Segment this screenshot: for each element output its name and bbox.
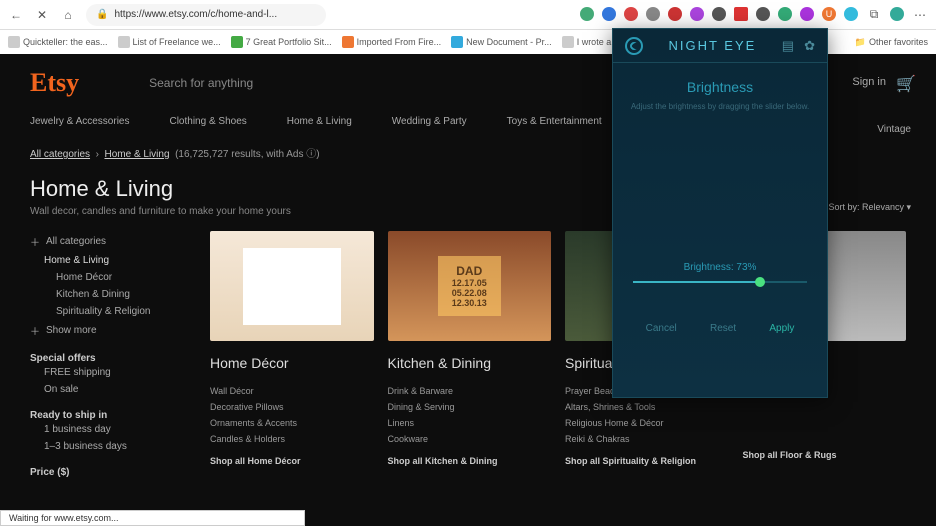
category-thumb[interactable] bbox=[210, 231, 374, 341]
category-link[interactable]: Dining & Serving bbox=[388, 399, 552, 415]
etsy-logo[interactable]: Etsy bbox=[30, 68, 79, 98]
slider-thumb[interactable] bbox=[755, 277, 765, 287]
brightness-slider[interactable] bbox=[633, 281, 807, 283]
shop-all-link[interactable]: Shop all Spirituality & Religion bbox=[565, 453, 729, 469]
reset-button[interactable]: Reset bbox=[710, 323, 736, 334]
brightness-slider-area: Brightness: 73% bbox=[629, 262, 811, 283]
back-icon[interactable]: ← bbox=[8, 7, 24, 23]
chat-icon[interactable]: ▤ bbox=[782, 38, 794, 54]
category-link[interactable]: Candles & Holders bbox=[210, 431, 374, 447]
filter-option[interactable]: FREE shipping bbox=[30, 364, 190, 381]
filter-sidebar: ＋ All categories Home & Living Home Déco… bbox=[30, 231, 190, 478]
cancel-button[interactable]: Cancel bbox=[646, 323, 677, 334]
nav-item[interactable]: Toys & Entertainment bbox=[507, 116, 602, 127]
category-link[interactable]: Decorative Pillows bbox=[210, 399, 374, 415]
night-eye-logo-icon[interactable] bbox=[625, 37, 643, 55]
other-favorites[interactable]: 📁Other favorites bbox=[855, 37, 928, 48]
signin-link[interactable]: Sign in bbox=[852, 76, 886, 88]
sidebar-subcat[interactable]: Spirituality & Religion bbox=[30, 303, 190, 320]
extension-icons: U ⧉ ⋯ bbox=[580, 7, 928, 23]
bookmark-item[interactable]: Quickteller: the eas... bbox=[8, 36, 108, 48]
category-link[interactable]: Ornaments & Accents bbox=[210, 415, 374, 431]
ext-icon[interactable] bbox=[690, 7, 704, 21]
nav-item[interactable]: Home & Living bbox=[287, 116, 352, 127]
night-eye-body: Brightness Adjust the brightness by drag… bbox=[613, 63, 827, 350]
menu-icon[interactable]: ⋯ bbox=[912, 7, 928, 23]
ext-icon[interactable] bbox=[778, 7, 792, 21]
bookmark-item[interactable]: Imported From Fire... bbox=[342, 36, 442, 48]
show-more[interactable]: ＋ Show more bbox=[30, 320, 190, 341]
filter-option[interactable]: On sale bbox=[30, 381, 190, 398]
filter-heading: Ready to ship in bbox=[30, 410, 190, 421]
ext-icon[interactable] bbox=[756, 7, 770, 21]
ext-icon[interactable] bbox=[580, 7, 594, 21]
shop-all-link[interactable]: Shop all Kitchen & Dining bbox=[388, 453, 552, 469]
filter-option[interactable]: 1 business day bbox=[30, 421, 190, 438]
browser-toolbar: ← ✕ ⌂ 🔒 https://www.etsy.com/c/home-and-… bbox=[0, 0, 936, 30]
category-link[interactable]: Drink & Barware bbox=[388, 383, 552, 399]
ext-icon[interactable] bbox=[668, 7, 682, 21]
shop-all-link[interactable]: Shop all Floor & Rugs bbox=[743, 447, 907, 463]
filter-heading: Price ($) bbox=[30, 467, 190, 478]
category-link[interactable]: Religious Home & Décor bbox=[565, 415, 729, 431]
ext-icon[interactable] bbox=[734, 7, 748, 21]
brightness-value: Brightness: 73% bbox=[629, 262, 811, 273]
breadcrumb-link[interactable]: Home & Living bbox=[104, 149, 169, 160]
ext-icon[interactable] bbox=[602, 7, 616, 21]
ext-icon[interactable] bbox=[800, 7, 814, 21]
brightness-heading: Brightness bbox=[629, 79, 811, 95]
bookmark-item[interactable]: New Document - Pr... bbox=[451, 36, 552, 48]
ext-icon[interactable] bbox=[712, 7, 726, 21]
night-eye-buttons: Cancel Reset Apply bbox=[629, 323, 811, 334]
night-eye-header: NIGHT EYE ▤ ✿ bbox=[613, 29, 827, 63]
cart-icon[interactable]: 🛒 bbox=[896, 74, 916, 94]
bookmark-item[interactable]: 7 Great Portfolio Sit... bbox=[231, 36, 332, 48]
home-icon[interactable]: ⌂ bbox=[60, 7, 76, 23]
status-bar: Waiting for www.etsy.com... bbox=[0, 510, 305, 526]
filter-heading: Special offers bbox=[30, 353, 190, 364]
brightness-subtext: Adjust the brightness by dragging the sl… bbox=[629, 101, 811, 112]
category-link[interactable]: Reiki & Chakras bbox=[565, 431, 729, 447]
nav-item[interactable]: Clothing & Shoes bbox=[169, 116, 246, 127]
expand-icon[interactable]: ＋ All categories bbox=[30, 231, 190, 252]
nav-vintage[interactable]: Vintage bbox=[877, 124, 911, 135]
sidebar-subcat[interactable]: Kitchen & Dining bbox=[30, 286, 190, 303]
shop-all-link[interactable]: Shop all Home Décor bbox=[210, 453, 374, 469]
night-eye-panel: NIGHT EYE ▤ ✿ Brightness Adjust the brig… bbox=[612, 28, 828, 398]
bookmark-item[interactable]: List of Freelance we... bbox=[118, 36, 221, 48]
collections-icon[interactable]: ⧉ bbox=[866, 7, 882, 23]
search-input[interactable]: Search for anything bbox=[149, 76, 253, 90]
gear-icon[interactable]: ✿ bbox=[804, 38, 815, 54]
result-count: (16,725,727 results, with Ads ⓘ) bbox=[175, 149, 320, 160]
category-title[interactable]: Home Décor bbox=[210, 355, 374, 371]
sidebar-subcat[interactable]: Home Décor bbox=[30, 269, 190, 286]
category-thumb[interactable]: DAD 12.17.05 05.22.08 12.30.13 bbox=[388, 231, 552, 341]
category-link[interactable]: Altars, Shrines & Tools bbox=[565, 399, 729, 415]
close-icon[interactable]: ✕ bbox=[34, 7, 50, 23]
breadcrumb-link[interactable]: All categories bbox=[30, 149, 90, 160]
nav-item[interactable]: Jewelry & Accessories bbox=[30, 116, 129, 127]
slider-fill bbox=[633, 281, 760, 283]
sort-dropdown[interactable]: Sort by: Relevancy ▾ bbox=[828, 202, 911, 213]
category-title[interactable]: Kitchen & Dining bbox=[388, 355, 552, 371]
url-bar[interactable]: 🔒 https://www.etsy.com/c/home-and-l... bbox=[86, 4, 326, 26]
apply-button[interactable]: Apply bbox=[769, 323, 794, 334]
category-link[interactable]: Linens bbox=[388, 415, 552, 431]
ext-icon[interactable]: U bbox=[822, 7, 836, 21]
category-link[interactable]: Cookware bbox=[388, 431, 552, 447]
night-eye-title: NIGHT EYE bbox=[668, 38, 756, 53]
url-text: https://www.etsy.com/c/home-and-l... bbox=[114, 9, 277, 20]
sidebar-category[interactable]: Home & Living bbox=[30, 252, 190, 269]
category-column: Home Décor Wall Décor Decorative Pillows… bbox=[210, 231, 374, 478]
ext-icon[interactable] bbox=[624, 7, 638, 21]
category-column: DAD 12.17.05 05.22.08 12.30.13 Kitchen &… bbox=[388, 231, 552, 478]
product-image-text: DAD 12.17.05 05.22.08 12.30.13 bbox=[438, 256, 501, 316]
filter-option[interactable]: 1–3 business days bbox=[30, 438, 190, 455]
nav-item[interactable]: Wedding & Party bbox=[392, 116, 467, 127]
category-link[interactable]: Wall Décor bbox=[210, 383, 374, 399]
lock-icon: 🔒 bbox=[96, 9, 108, 20]
ext-icon[interactable] bbox=[844, 7, 858, 21]
ext-icon[interactable] bbox=[646, 7, 660, 21]
profile-icon[interactable] bbox=[890, 7, 904, 21]
